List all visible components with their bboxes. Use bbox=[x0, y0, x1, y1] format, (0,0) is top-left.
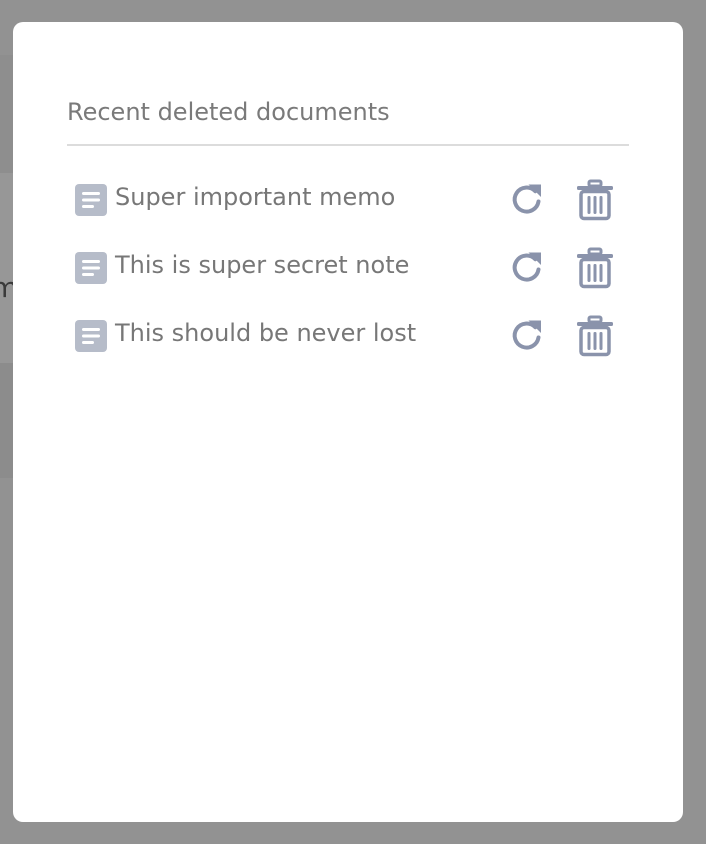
document-name: This is super secret note bbox=[115, 251, 410, 279]
restore-button[interactable] bbox=[508, 317, 546, 355]
document-icon bbox=[75, 320, 107, 352]
restore-button[interactable] bbox=[508, 181, 546, 219]
deleted-documents-list: Super important memo This is super secre… bbox=[67, 174, 629, 378]
restore-button[interactable] bbox=[508, 249, 546, 287]
trash-icon bbox=[577, 179, 613, 221]
modal-title: Recent deleted documents bbox=[67, 98, 390, 126]
delete-forever-button[interactable] bbox=[575, 315, 615, 357]
document-name: This should be never lost bbox=[115, 319, 417, 347]
document-icon bbox=[75, 184, 107, 216]
restore-icon bbox=[512, 252, 541, 282]
deleted-document-row: This is super secret note bbox=[67, 242, 629, 310]
deleted-document-row: This should be never lost bbox=[67, 310, 629, 378]
deleted-document-row: Super important memo bbox=[67, 174, 629, 242]
divider bbox=[67, 144, 629, 146]
restore-icon bbox=[512, 184, 541, 214]
restore-icon bbox=[512, 320, 541, 350]
document-name: Super important memo bbox=[115, 183, 396, 211]
delete-forever-button[interactable] bbox=[575, 179, 615, 221]
trash-icon bbox=[577, 315, 613, 357]
deleted-documents-modal: Recent deleted documents Super important… bbox=[13, 22, 683, 822]
trash-icon bbox=[577, 247, 613, 289]
delete-forever-button[interactable] bbox=[575, 247, 615, 289]
document-icon bbox=[75, 252, 107, 284]
